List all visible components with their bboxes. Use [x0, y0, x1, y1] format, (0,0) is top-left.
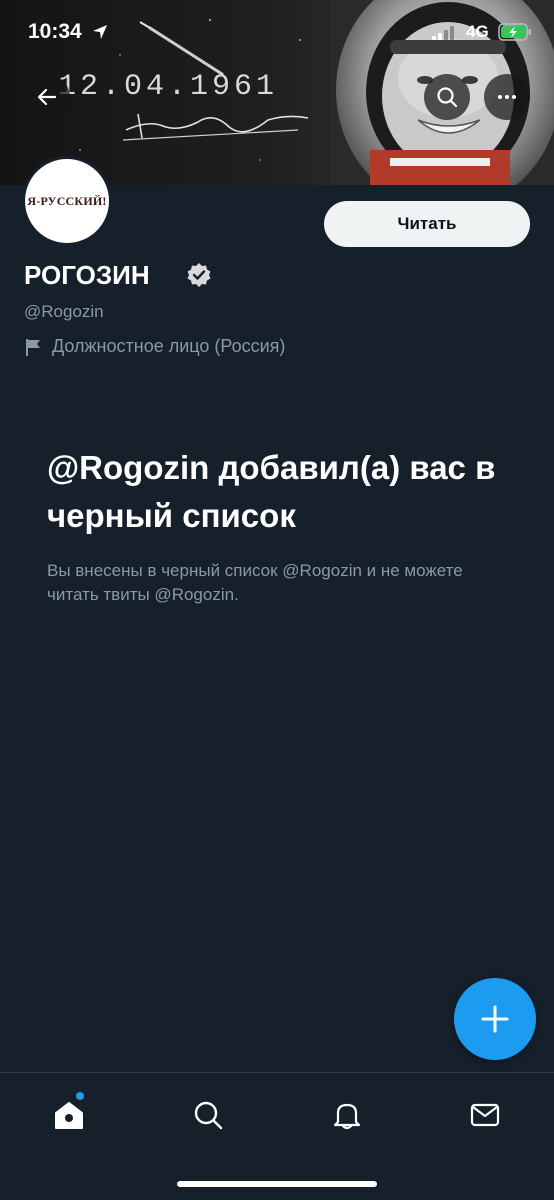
- search-icon: [194, 1101, 223, 1130]
- signature-image: [122, 113, 309, 141]
- tab-home[interactable]: [49, 1095, 89, 1135]
- profile-label-text: Должностное лицо (Россия): [52, 336, 286, 356]
- banner-date-text: 12.04.1961: [58, 70, 279, 104]
- profile-name: РОГОЗИН: [24, 260, 150, 290]
- avatar-logo-text: Я-РУССКИЙ!: [27, 193, 107, 208]
- flag-icon: [26, 338, 40, 356]
- plus-icon: [481, 1005, 509, 1033]
- status-bar: 10:34 4G: [0, 0, 554, 60]
- back-button[interactable]: [24, 74, 70, 120]
- bottom-tab-bar: [0, 1072, 554, 1200]
- home-indicator: [177, 1181, 377, 1187]
- follow-button[interactable]: Читать: [324, 201, 530, 247]
- profile-handle: @Rogozin: [24, 302, 104, 321]
- network-type: 4G: [466, 22, 489, 41]
- cellular-signal-icon: [432, 26, 454, 40]
- tab-notifications[interactable]: [327, 1095, 367, 1135]
- more-options-button[interactable]: [484, 74, 530, 120]
- blocked-description: Вы внесены в черный список @Rogozin и не…: [47, 561, 463, 604]
- profile-search-button[interactable]: [424, 74, 470, 120]
- home-icon: [55, 1102, 83, 1129]
- battery-charging-icon: [498, 23, 531, 41]
- verified-badge-icon: [187, 263, 211, 287]
- tab-messages[interactable]: [465, 1095, 505, 1135]
- more-horizontal-icon: [498, 95, 516, 99]
- profile-affiliation-label: Должностное лицо (Россия): [24, 336, 285, 357]
- arrow-left-icon: [37, 88, 57, 106]
- status-time: 10:34: [28, 20, 82, 43]
- blocked-title: @Rogozin добавил(а) вас в черный список: [47, 449, 496, 534]
- profile-avatar[interactable]: Я-РУССКИЙ!: [22, 156, 112, 246]
- search-icon: [437, 87, 458, 108]
- compose-tweet-button[interactable]: [454, 978, 536, 1060]
- messages-icon: [470, 1103, 500, 1127]
- home-new-badge: [76, 1092, 84, 1100]
- tab-search[interactable]: [188, 1095, 228, 1135]
- notifications-icon: [333, 1103, 361, 1130]
- location-arrow-icon: [93, 25, 107, 39]
